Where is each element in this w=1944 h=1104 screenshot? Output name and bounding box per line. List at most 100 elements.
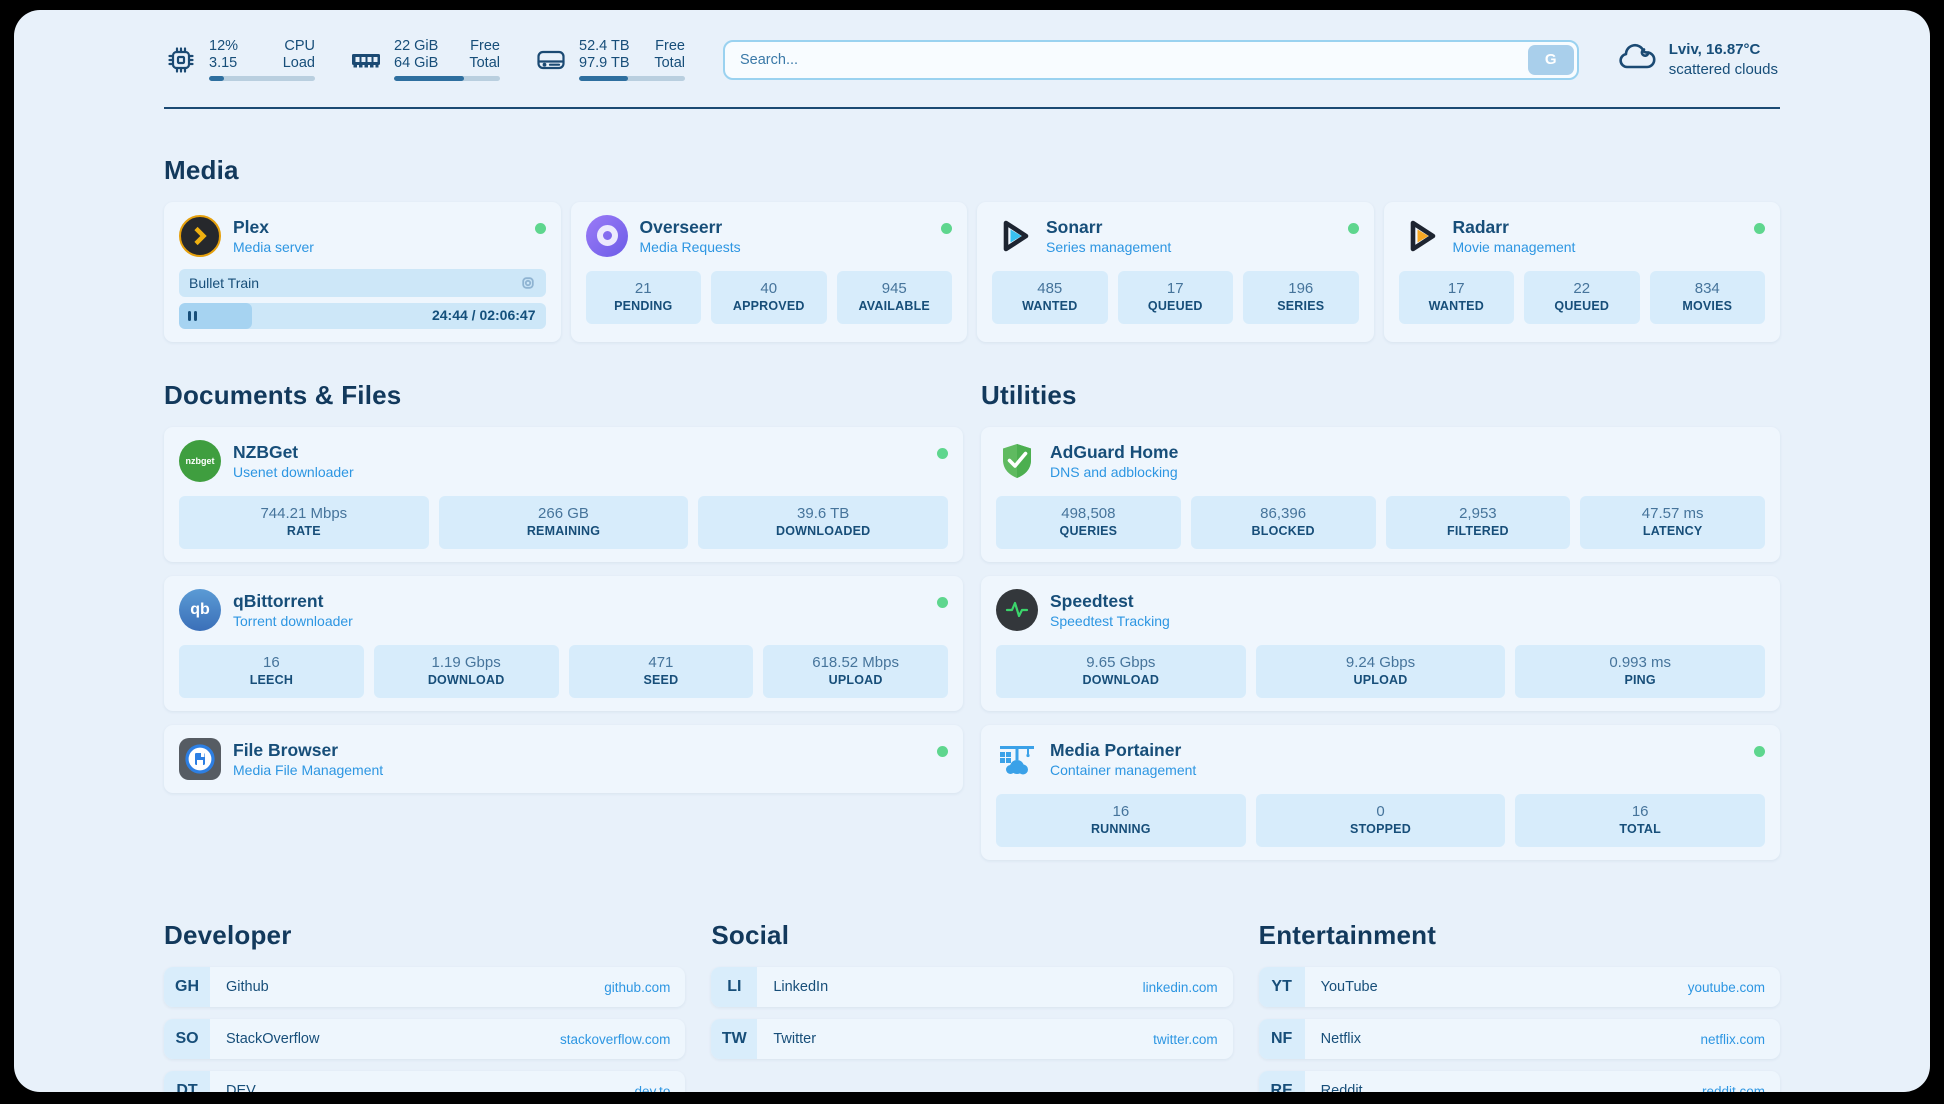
stat-block: 16TOTAL xyxy=(1515,794,1765,847)
stat-block: 266 GBREMAINING xyxy=(439,496,689,549)
disk-free-label: Free xyxy=(641,38,685,55)
service-card-adguard[interactable]: AdGuard Home DNS and adblocking 498,508Q… xyxy=(981,427,1780,562)
service-card-plex[interactable]: Plex Media server Bullet Train 24:44 / 0… xyxy=(164,202,561,342)
bookmark-github[interactable]: GH Github github.com xyxy=(164,967,685,1007)
bookmark-url: dev.to xyxy=(635,1084,671,1093)
bookmark-name: YouTube xyxy=(1321,979,1378,995)
stat-block: 0.993 msPING xyxy=(1515,645,1765,698)
portainer-icon xyxy=(996,738,1038,780)
stat-block: 744.21 MbpsRATE xyxy=(179,496,429,549)
service-name: AdGuard Home xyxy=(1050,441,1178,463)
status-dot xyxy=(1348,223,1359,234)
stat-block: 86,396BLOCKED xyxy=(1191,496,1376,549)
nzbget-icon: nzbget xyxy=(179,440,221,482)
bookmark-abbr: NF xyxy=(1259,1019,1305,1059)
status-dot xyxy=(941,223,952,234)
service-name: Plex xyxy=(233,216,314,238)
status-dot xyxy=(1754,746,1765,757)
gear-icon[interactable] xyxy=(520,275,536,291)
bookmark-name: Netflix xyxy=(1321,1031,1361,1047)
playback-time: 24:44 / 02:06:47 xyxy=(432,307,536,323)
bookmark-abbr: YT xyxy=(1259,967,1305,1007)
disk-free-value: 52.4 TB xyxy=(579,38,637,55)
bookmark-group-entertainment: Entertainment YT YouTube youtube.com NF … xyxy=(1259,920,1780,1092)
service-subtitle: Media File Management xyxy=(233,761,383,779)
disk-icon xyxy=(534,43,568,77)
memory-widget: 22 GiB 64 GiB Free Total xyxy=(349,38,500,81)
service-subtitle: Speedtest Tracking xyxy=(1050,612,1170,630)
service-card-speedtest[interactable]: Speedtest Speedtest Tracking 9.65 GbpsDO… xyxy=(981,576,1780,711)
stat-block: 1.19 GbpsDOWNLOAD xyxy=(374,645,559,698)
cpu-icon xyxy=(164,43,198,77)
section-title-utilities: Utilities xyxy=(981,380,1780,411)
bookmark-reddit[interactable]: RE Reddit reddit.com xyxy=(1259,1071,1780,1092)
radarr-icon xyxy=(1399,215,1441,257)
stat-block: 498,508QUERIES xyxy=(996,496,1181,549)
disk-widget: 52.4 TB 97.9 TB Free Total xyxy=(534,38,685,81)
service-name: Overseerr xyxy=(640,216,741,238)
bookmark-url: youtube.com xyxy=(1688,980,1765,995)
bookmark-netflix[interactable]: NF Netflix netflix.com xyxy=(1259,1019,1780,1059)
bookmark-name: Twitter xyxy=(773,1031,816,1047)
service-card-portainer[interactable]: Media Portainer Container management 16R… xyxy=(981,725,1780,860)
cpu-load-label: Load xyxy=(271,55,315,72)
status-dot xyxy=(937,597,948,608)
bookmark-youtube[interactable]: YT YouTube youtube.com xyxy=(1259,967,1780,1007)
bookmark-name: LinkedIn xyxy=(773,979,828,995)
documents-column: Documents & Files nzbget NZBGet Usenet d… xyxy=(164,342,963,860)
stat-block: 618.52 MbpsUPLOAD xyxy=(763,645,948,698)
service-name: Radarr xyxy=(1453,216,1576,238)
section-title-media: Media xyxy=(164,155,1780,186)
cpu-percent: 12% xyxy=(209,38,267,55)
stat-block: 47.57 msLATENCY xyxy=(1580,496,1765,549)
stat-block: 17WANTED xyxy=(1399,271,1515,324)
pause-icon xyxy=(188,311,197,321)
service-card-filebrowser[interactable]: File Browser Media File Management xyxy=(164,725,963,793)
service-subtitle: DNS and adblocking xyxy=(1050,463,1178,481)
section-title-social: Social xyxy=(711,920,1232,951)
service-card-overseerr[interactable]: Overseerr Media Requests 21PENDING 40APP… xyxy=(571,202,968,342)
stat-block: 40APPROVED xyxy=(711,271,827,324)
search-provider-button[interactable]: G xyxy=(1528,45,1574,75)
service-card-qbittorrent[interactable]: qb qBittorrent Torrent downloader 16LEEC… xyxy=(164,576,963,711)
stat-block: 471SEED xyxy=(569,645,754,698)
bookmark-group-social: Social LI LinkedIn linkedin.com TW Twitt… xyxy=(711,920,1232,1092)
bookmark-stackoverflow[interactable]: SO StackOverflow stackoverflow.com xyxy=(164,1019,685,1059)
disk-progress-bar xyxy=(579,76,685,81)
stat-block: 21PENDING xyxy=(586,271,702,324)
bookmark-url: twitter.com xyxy=(1153,1032,1218,1047)
bookmark-url: stackoverflow.com xyxy=(560,1032,670,1047)
sonarr-icon xyxy=(992,215,1034,257)
service-card-radarr[interactable]: Radarr Movie management 17WANTED 22QUEUE… xyxy=(1384,202,1781,342)
header-divider xyxy=(164,107,1780,109)
service-card-nzbget[interactable]: nzbget NZBGet Usenet downloader 744.21 M… xyxy=(164,427,963,562)
service-card-sonarr[interactable]: Sonarr Series management 485WANTED 17QUE… xyxy=(977,202,1374,342)
search-input[interactable] xyxy=(728,52,1528,68)
status-dot xyxy=(535,223,546,234)
memory-free-value: 22 GiB xyxy=(394,38,452,55)
plex-icon xyxy=(179,215,221,257)
bookmark-abbr: SO xyxy=(164,1019,210,1059)
service-name: qBittorrent xyxy=(233,590,353,612)
service-subtitle: Usenet downloader xyxy=(233,463,354,481)
now-playing-title: Bullet Train xyxy=(189,275,259,291)
service-name: Speedtest xyxy=(1050,590,1170,612)
bookmark-twitter[interactable]: TW Twitter twitter.com xyxy=(711,1019,1232,1059)
bookmark-name: StackOverflow xyxy=(226,1031,319,1047)
stat-block: 485WANTED xyxy=(992,271,1108,324)
bookmark-linkedin[interactable]: LI LinkedIn linkedin.com xyxy=(711,967,1232,1007)
service-subtitle: Media Requests xyxy=(640,238,741,256)
memory-total-label: Total xyxy=(456,55,500,72)
bookmark-url: linkedin.com xyxy=(1143,980,1218,995)
service-name: Media Portainer xyxy=(1050,739,1196,761)
stat-block: 0STOPPED xyxy=(1256,794,1506,847)
bookmark-url: github.com xyxy=(604,980,670,995)
memory-progress-bar xyxy=(394,76,500,81)
status-dot xyxy=(1754,223,1765,234)
service-subtitle: Series management xyxy=(1046,238,1171,256)
bookmark-name: Reddit xyxy=(1321,1083,1363,1092)
service-name: NZBGet xyxy=(233,441,354,463)
stat-block: 16LEECH xyxy=(179,645,364,698)
weather-widget: Lviv, 16.87°C scattered clouds xyxy=(1617,40,1780,80)
bookmark-dev[interactable]: DT DEV dev.to xyxy=(164,1071,685,1092)
